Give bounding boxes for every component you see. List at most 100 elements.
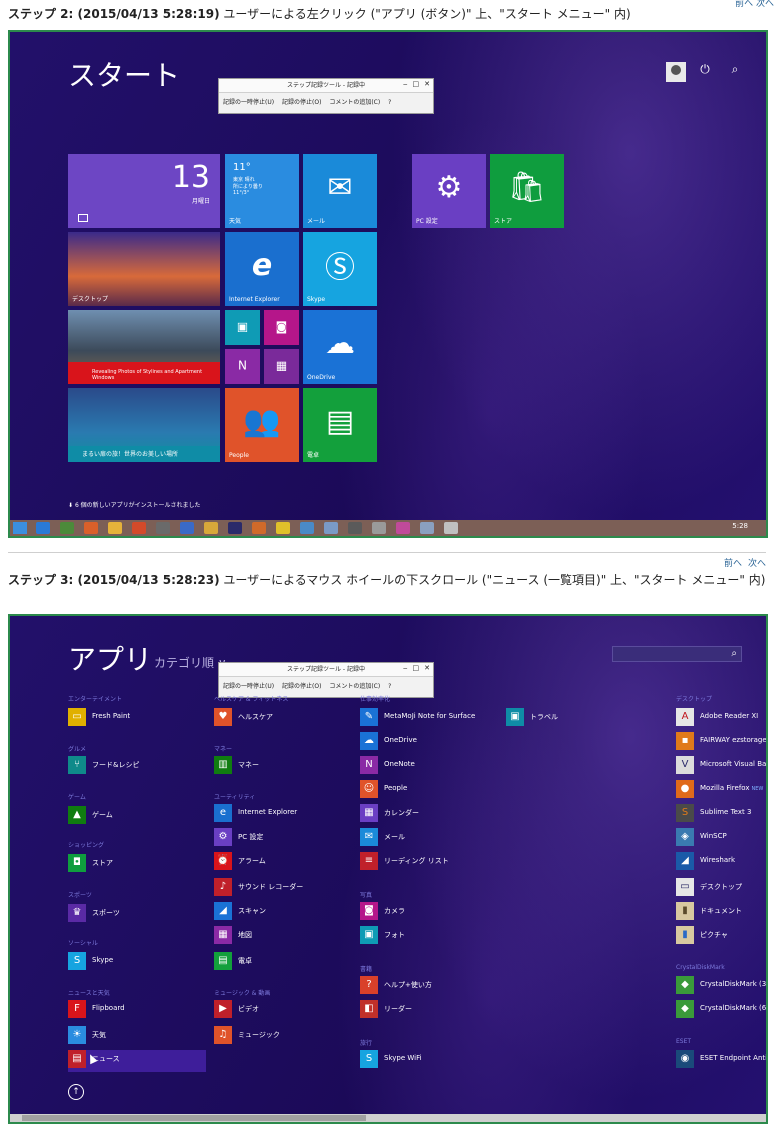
- prev-link[interactable]: 前へ: [724, 559, 742, 569]
- app-food[interactable]: ⑂ フード&レシピ: [68, 756, 208, 776]
- store-tile[interactable]: 🛍 ストア: [490, 154, 564, 228]
- app-scan[interactable]: ◢ スキャン: [214, 902, 354, 922]
- help-button[interactable]: ?: [388, 683, 391, 690]
- app-calculator[interactable]: ▤ 電卓: [214, 952, 354, 972]
- horizontal-scrollbar[interactable]: [10, 1114, 766, 1122]
- onenote-small-tile[interactable]: N: [225, 349, 260, 384]
- app-sound-recorder[interactable]: ♪ サウンド レコーダー: [214, 878, 354, 898]
- mail-tile[interactable]: ✉ メール: [303, 154, 377, 228]
- user-avatar[interactable]: [666, 62, 686, 82]
- maps-small-tile[interactable]: ▦: [264, 349, 299, 384]
- scroll-up-arrow-button[interactable]: ↑: [68, 1084, 84, 1100]
- taskbar-office-icon[interactable]: [132, 522, 146, 534]
- add-comment-button[interactable]: コメントの追加(C): [329, 99, 380, 106]
- taskbar-app-icon[interactable]: [396, 522, 410, 534]
- taskbar-app-icon[interactable]: [444, 522, 458, 534]
- pause-record-button[interactable]: 記録の一時停止(U): [223, 99, 274, 106]
- app-onenote[interactable]: N OneNote: [360, 756, 500, 776]
- step-3-nav[interactable]: 前へ 次へ: [718, 556, 766, 569]
- new-apps-notification[interactable]: ⬇ 6 個の新しいアプリがインストールされました: [68, 500, 201, 509]
- calendar-tile[interactable]: 13 月曜日: [68, 154, 220, 228]
- app-money[interactable]: ▥ マネー: [214, 756, 354, 776]
- app-store[interactable]: ◘ ストア: [68, 854, 208, 874]
- stop-record-button[interactable]: 記録の停止(O): [282, 99, 321, 106]
- pc-settings-tile[interactable]: ⚙ PC 設定: [412, 154, 486, 228]
- app-alarm[interactable]: ⏰ アラーム: [214, 852, 354, 872]
- taskbar-app-icon[interactable]: [204, 522, 218, 534]
- calculator-tile[interactable]: ▤ 電卓: [303, 388, 377, 462]
- app-photos[interactable]: ▣ フォト: [360, 926, 500, 946]
- app-flipboard[interactable]: F Flipboard: [68, 1000, 208, 1020]
- desktop-tile[interactable]: デスクトップ: [68, 232, 220, 306]
- sort-dropdown[interactable]: カテゴリ順 ∨: [154, 654, 227, 671]
- app-sublime[interactable]: S Sublime Text 3: [676, 804, 766, 824]
- app-pc-settings[interactable]: ⚙ PC 設定: [214, 828, 354, 848]
- search-icon[interactable]: ⌕: [726, 62, 744, 77]
- app-fairway[interactable]: ▪ FAIRWAY ezstorage: [676, 732, 766, 752]
- next-link[interactable]: 次へ: [748, 559, 766, 569]
- photos-small-tile[interactable]: ▣: [225, 310, 260, 345]
- skype-tile[interactable]: Ⓢ Skype: [303, 232, 377, 306]
- app-healthcare[interactable]: ♥ ヘルスケア: [214, 708, 354, 728]
- app-crystaldiskmark-32[interactable]: ◆ CrystalDiskMark (32: [676, 976, 766, 996]
- app-crystaldiskmark-64[interactable]: ◆ CrystalDiskMark (64: [676, 1000, 766, 1020]
- app-music[interactable]: ♫ ミュージック: [214, 1026, 354, 1046]
- taskbar-explorer-icon[interactable]: [108, 522, 122, 534]
- help-button[interactable]: ?: [388, 99, 391, 106]
- taskbar-app-icon[interactable]: [156, 522, 170, 534]
- weather-tile[interactable]: 11° 東京 晴れ 所により曇り 11°/3° 天気: [225, 154, 299, 228]
- taskbar-firefox-icon[interactable]: [84, 522, 98, 534]
- app-eset[interactable]: ◉ ESET Endpoint Antiv: [676, 1050, 766, 1070]
- app-metamoji[interactable]: ✎ MetaMoJi Note for Surface: [360, 708, 500, 728]
- app-skype[interactable]: S Skype: [68, 952, 208, 972]
- search-icon[interactable]: ⌕: [731, 648, 737, 659]
- stop-record-button[interactable]: 記録の停止(O): [282, 683, 321, 690]
- onedrive-tile[interactable]: ☁ OneDrive: [303, 310, 377, 384]
- app-desktop[interactable]: ▭ デスクトップ: [676, 878, 766, 898]
- taskbar-clock[interactable]: 5:28: [732, 522, 748, 530]
- people-tile[interactable]: 👥 People: [225, 388, 299, 462]
- taskbar-chrome-icon[interactable]: [60, 522, 74, 534]
- taskbar-app-icon[interactable]: [372, 522, 386, 534]
- app-video[interactable]: ▶ ビデオ: [214, 1000, 354, 1020]
- app-pictures[interactable]: ▮ ピクチャ: [676, 926, 766, 946]
- app-skype-wifi[interactable]: S Skype WiFi: [360, 1050, 500, 1070]
- travel-tile[interactable]: まるい扉の旅！世界のお美しい場所: [68, 388, 220, 462]
- add-comment-button[interactable]: コメントの追加(C): [329, 683, 380, 690]
- app-reading-list[interactable]: ≡ リーディング リスト: [360, 852, 500, 872]
- taskbar-app-icon[interactable]: [276, 522, 290, 534]
- taskbar-app-icon[interactable]: [348, 522, 362, 534]
- app-fresh-paint[interactable]: ▭ Fresh Paint: [68, 708, 208, 728]
- app-help-tips[interactable]: ? ヘルプ+使い方: [360, 976, 500, 996]
- app-mail[interactable]: ✉ メール: [360, 828, 500, 848]
- top-nav[interactable]: 前へ 次へ: [735, 0, 774, 9]
- taskbar-app-icon[interactable]: [252, 522, 266, 534]
- scrollbar-thumb[interactable]: [22, 1115, 366, 1121]
- taskbar-app-icon[interactable]: [324, 522, 338, 534]
- app-people[interactable]: ☺ People: [360, 780, 500, 800]
- app-visual-basic[interactable]: V Microsoft Visual Bas: [676, 756, 766, 776]
- app-firefox[interactable]: ● Mozilla Firefox NEW: [676, 780, 766, 800]
- pause-record-button[interactable]: 記録の一時停止(U): [223, 683, 274, 690]
- power-icon[interactable]: ⏻: [696, 62, 714, 77]
- app-calendar[interactable]: ▦ カレンダー: [360, 804, 500, 824]
- taskbar-ie-icon[interactable]: [36, 522, 50, 534]
- app-winscp[interactable]: ◈ WinSCP: [676, 828, 766, 848]
- app-camera[interactable]: ◙ カメラ: [360, 902, 500, 922]
- camera-small-tile[interactable]: ◙: [264, 310, 299, 345]
- app-travel[interactable]: ▣ トラベル: [506, 708, 646, 728]
- windows-start-icon[interactable]: [13, 522, 27, 534]
- app-reader[interactable]: ◧ リーダー: [360, 1000, 500, 1020]
- taskbar-app-icon[interactable]: [300, 522, 314, 534]
- app-wireshark[interactable]: ◢ Wireshark: [676, 852, 766, 872]
- taskbar-app-icon[interactable]: [228, 522, 242, 534]
- recorder-window-buttons[interactable]: ‒ □ ✕: [398, 80, 430, 88]
- internet-explorer-tile[interactable]: e Internet Explorer: [225, 232, 299, 306]
- app-documents[interactable]: ▮ ドキュメント: [676, 902, 766, 922]
- app-weather[interactable]: ☀ 天気: [68, 1026, 208, 1046]
- recorder-window-buttons[interactable]: ‒ □ ✕: [398, 664, 430, 672]
- app-internet-explorer[interactable]: e Internet Explorer: [214, 804, 354, 824]
- apps-search-box[interactable]: ⌕: [612, 646, 742, 662]
- app-onedrive[interactable]: ☁ OneDrive: [360, 732, 500, 752]
- app-adobe-reader[interactable]: A Adobe Reader XI: [676, 708, 766, 728]
